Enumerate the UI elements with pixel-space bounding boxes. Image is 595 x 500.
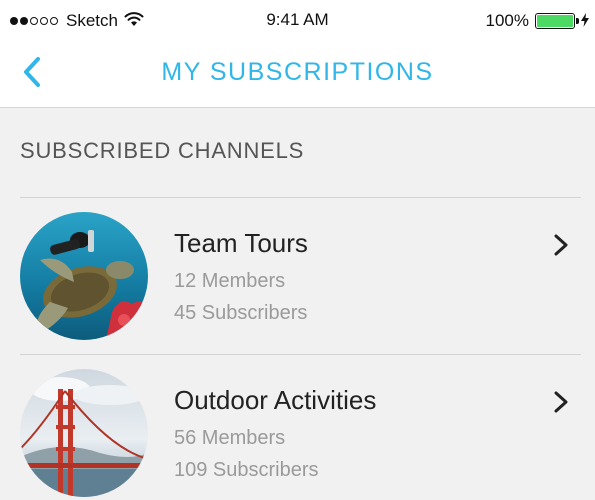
- battery-icon: [535, 13, 579, 29]
- section-header: SUBSCRIBED CHANNELS: [20, 138, 305, 163]
- battery-tip: [576, 18, 579, 24]
- battery-percent: 100%: [485, 11, 529, 30]
- charging-bolt-icon: [581, 12, 589, 30]
- channel-avatar: [20, 369, 148, 497]
- chevron-right-icon: [554, 234, 568, 256]
- navigation-bar: MY SUBSCRIPTIONS: [0, 40, 595, 108]
- page-title: MY SUBSCRIPTIONS: [161, 58, 434, 86]
- channel-members: 12 Members: [174, 270, 286, 292]
- channel-name: Team Tours: [174, 228, 308, 258]
- channel-subscribers: 109 Subscribers: [174, 459, 319, 481]
- channel-row-team-tours[interactable]: Team Tours 12 Members 45 Subscribers: [0, 198, 595, 348]
- channel-row-outdoor-activities[interactable]: Outdoor Activities 56 Members 109 Subscr…: [0, 355, 595, 500]
- channel-avatar: [20, 212, 148, 340]
- battery-level: [537, 15, 573, 27]
- status-bar: Sketch 9:41 AM 100%: [0, 0, 595, 40]
- channel-members: 56 Members: [174, 427, 286, 449]
- battery-status: 100%: [486, 10, 589, 32]
- chevron-right-icon: [554, 391, 568, 413]
- channel-name: Outdoor Activities: [174, 385, 377, 415]
- channel-subscribers: 45 Subscribers: [174, 302, 308, 324]
